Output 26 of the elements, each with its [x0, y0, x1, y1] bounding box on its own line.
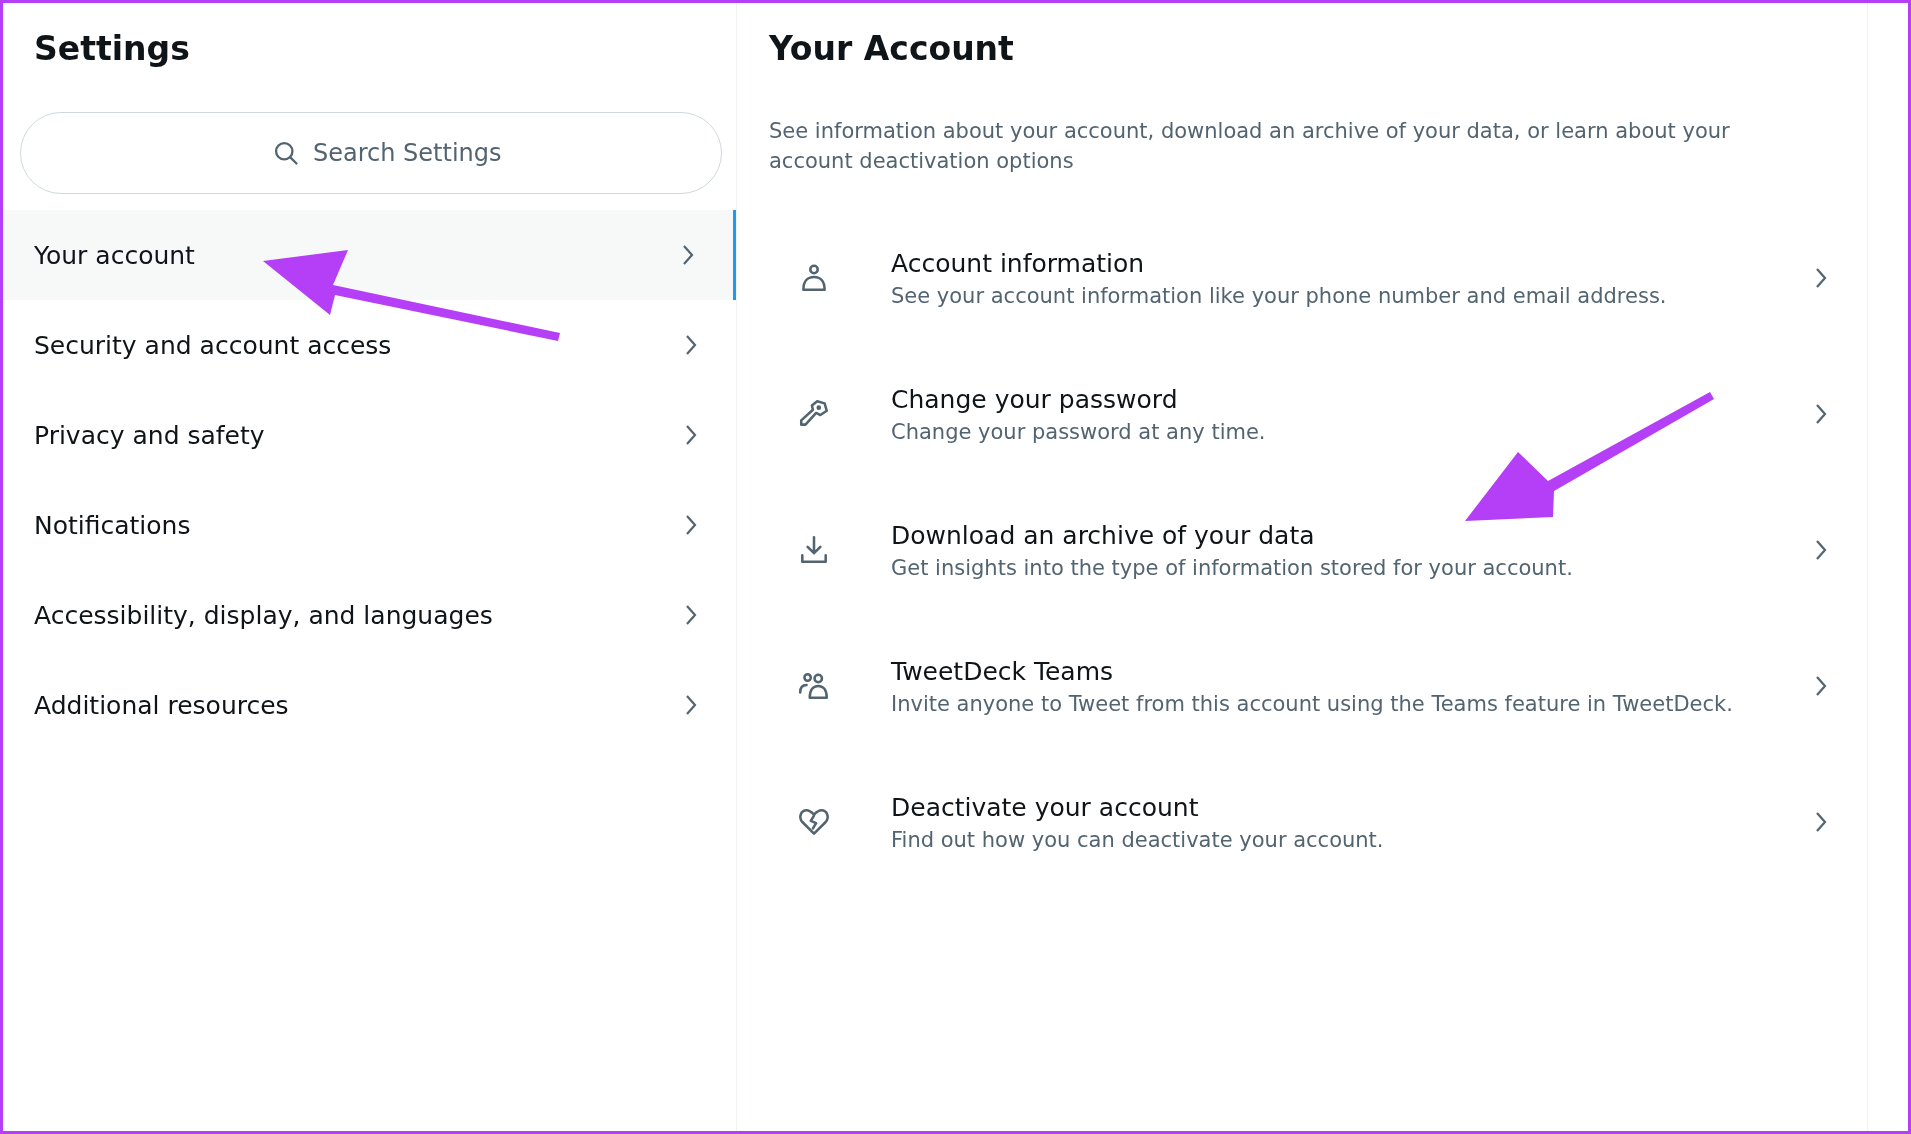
settings-nav-item[interactable]: Your account: [3, 210, 736, 300]
account-option[interactable]: Account information See your account information like your phone number and email address.: [737, 210, 1867, 346]
search-icon: [272, 139, 300, 167]
settings-nav-item[interactable]: Accessibility, display, and languages: [3, 570, 736, 660]
settings-nav-item[interactable]: Notifications: [3, 480, 736, 570]
account-option[interactable]: TweetDeck Teams Invite anyone to Tweet from this account using the Teams feature in TweetDeck.: [737, 618, 1867, 754]
option-description: See your account information like your phone number and email address.: [891, 283, 1668, 308]
settings-nav-item[interactable]: Additional resources: [3, 660, 736, 750]
page-description: See information about your account, download an archive of your data, or learn about your account deactivation options: [769, 118, 1731, 175]
settings-nav-item[interactable]: Security and account access: [3, 300, 736, 390]
option-title: Deactivate your account: [891, 792, 1200, 822]
search-field[interactable]: Search Settings: [20, 112, 722, 194]
account-option[interactable]: Change your password Change your password at any time.: [737, 346, 1867, 482]
option-description: Get insights into the type of information stored for your account.: [891, 555, 1574, 580]
option-description: Invite anyone to Tweet from this account using the Teams feature in TweetDeck.: [891, 691, 1734, 716]
page-title: Your Account: [769, 29, 1015, 68]
option-title: TweetDeck Teams: [891, 656, 1115, 686]
account-option[interactable]: Deactivate your account Find out how you can deactivate your account.: [737, 754, 1867, 890]
account-option[interactable]: Download an archive of your data Get insights into the type of information stored for your account.: [737, 482, 1867, 618]
option-title: Download an archive of your data: [891, 520, 1316, 550]
option-title: Change your password: [891, 384, 1179, 414]
settings-nav-item[interactable]: Privacy and safety: [3, 390, 736, 480]
option-description: Find out how you can deactivate your account.: [891, 827, 1385, 852]
option-description: Change your password at any time.: [891, 419, 1267, 444]
settings-title: Settings: [34, 29, 191, 68]
option-title: Account information: [891, 248, 1146, 278]
